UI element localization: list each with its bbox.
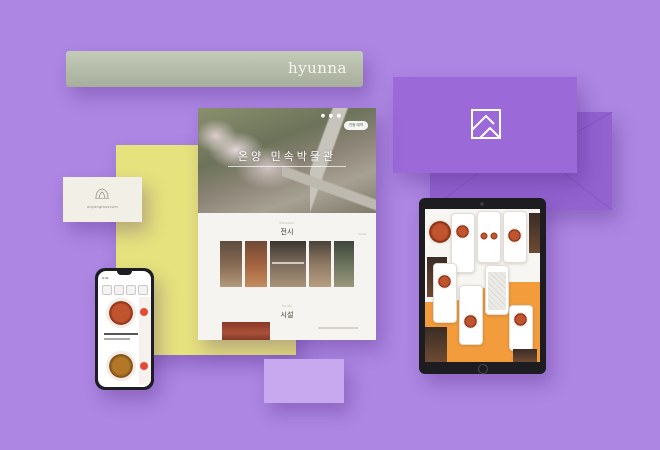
phone-category-row xyxy=(102,285,148,295)
food-photo xyxy=(513,349,537,362)
section-facility-title: 시설 xyxy=(280,311,294,319)
thumbnail-caption-line xyxy=(272,262,304,264)
section-exhibition-title: 전시 xyxy=(280,228,294,236)
app-screen-card xyxy=(477,211,501,263)
exhibition-thumbnail[interactable] xyxy=(245,241,267,287)
food-dish-image xyxy=(463,314,478,329)
map-view xyxy=(488,272,506,310)
tablet-screen xyxy=(425,209,540,362)
app-screen-card xyxy=(485,265,509,315)
phone-notch xyxy=(117,271,132,275)
category-icon[interactable] xyxy=(114,285,124,295)
phone-screen: 9:41 xyxy=(98,271,151,387)
hero-title: 온양 민속박물관 xyxy=(237,150,337,163)
food-dish-image xyxy=(513,312,528,327)
app-screen-card xyxy=(503,211,527,263)
brand-name: hyunna xyxy=(287,59,347,77)
section-facility-label: Facility xyxy=(281,304,293,308)
diamond-square-logo-icon xyxy=(471,109,501,139)
reservation-button[interactable]: 관람 예약 xyxy=(344,121,368,130)
section-exhibition-more-link[interactable]: more xyxy=(358,232,366,236)
add-to-cart-button[interactable] xyxy=(140,308,148,316)
smartphone-mockup: 9:41 xyxy=(95,268,154,390)
category-icon[interactable] xyxy=(126,285,136,295)
tablet-mockup xyxy=(419,198,546,374)
food-photo xyxy=(425,327,447,362)
exhibition-thumbnail-featured[interactable] xyxy=(270,241,306,287)
tree-logo-icon xyxy=(95,188,109,199)
food-dish-image xyxy=(427,219,453,245)
hero-subtitle-line xyxy=(228,166,346,167)
app-screen-card xyxy=(509,305,533,351)
food-dish-image xyxy=(455,224,470,239)
tablet-camera xyxy=(480,202,484,206)
app-screen-card xyxy=(433,263,457,323)
facility-text-line xyxy=(318,327,358,329)
category-icon[interactable] xyxy=(102,285,112,295)
food-dish-image xyxy=(437,274,452,289)
food-photo xyxy=(529,213,540,253)
hero-nav-dots[interactable]: ● ● ● xyxy=(321,113,342,119)
museum-website-mockup: ● ● ● 관람 예약 온양 민속박물관 Exhibition 전시 more … xyxy=(198,108,376,340)
app-screen-card xyxy=(459,285,483,345)
facility-image[interactable] xyxy=(222,322,270,340)
phone-status-time: 9:41 xyxy=(102,276,109,280)
brand-name-bar: hyunna xyxy=(66,51,363,87)
exhibition-thumbnail[interactable] xyxy=(309,241,331,287)
category-icon[interactable] xyxy=(138,285,148,295)
dish-title-line xyxy=(104,333,138,335)
section-exhibition-label: Exhibition xyxy=(279,221,295,225)
purple-logo-box xyxy=(393,77,577,173)
business-card-text: onyangmuseum xyxy=(87,205,118,209)
exhibition-thumbnail[interactable] xyxy=(220,241,242,287)
business-card: onyangmuseum xyxy=(63,177,142,222)
food-dish-image xyxy=(507,228,522,243)
add-to-cart-button[interactable] xyxy=(140,362,148,370)
exhibition-thumbnail[interactable] xyxy=(334,241,354,287)
food-dish-image[interactable] xyxy=(106,351,136,381)
food-dish-image[interactable] xyxy=(106,298,136,328)
dish-description-line xyxy=(104,338,130,340)
lavender-block xyxy=(264,359,344,403)
brand-mockup-scene: hyunna onyangmuseum ● ● ● 관람 예약 온양 민속박물관… xyxy=(0,0,660,450)
website-hero: ● ● ● 관람 예약 온양 민속박물관 xyxy=(198,108,376,213)
food-dish-image xyxy=(480,232,488,240)
tablet-home-button[interactable] xyxy=(478,364,488,374)
food-dish-image xyxy=(490,232,498,240)
